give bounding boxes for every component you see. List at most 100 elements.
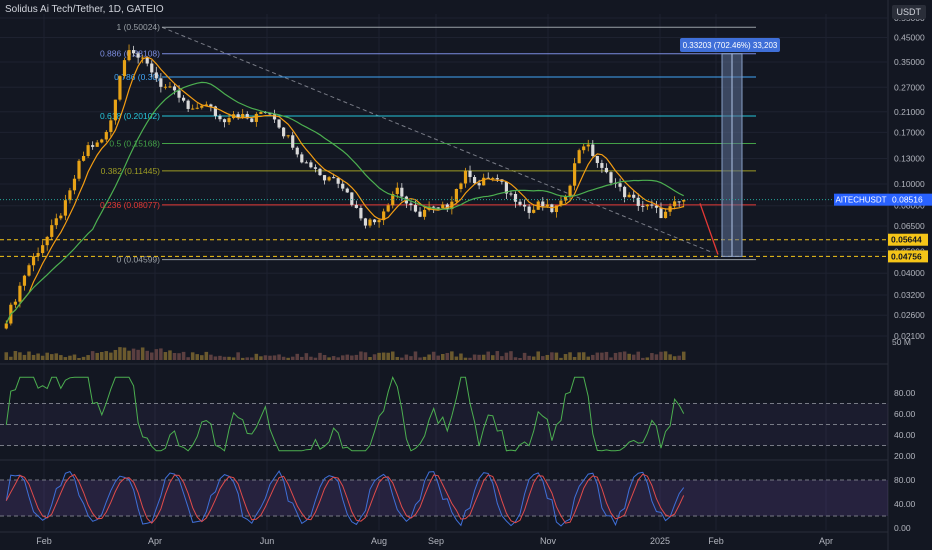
volume-bar: [68, 355, 72, 360]
candle-body: [68, 190, 72, 201]
candle-body: [341, 183, 345, 189]
volume-bar: [27, 351, 31, 360]
candle-body: [582, 146, 586, 151]
volume-bar: [604, 351, 609, 360]
volume-bar: [641, 357, 645, 360]
fib-level-label: 0.236 (0.08077): [100, 200, 160, 210]
candle-body: [413, 205, 418, 212]
volume-bar: [277, 354, 281, 360]
currency-badge[interactable]: USDT: [891, 5, 926, 19]
volume-bar: [181, 351, 186, 360]
candle-body: [282, 127, 286, 137]
candle-body: [172, 86, 177, 91]
candle-body: [636, 197, 640, 206]
fib-level-label: 0.382 (0.11445): [101, 166, 161, 176]
time-tick-label: Feb: [36, 536, 52, 546]
price-label: 0.04756: [891, 251, 922, 261]
candle-body: [532, 209, 536, 213]
volume-axis-label: 50 M: [892, 337, 911, 347]
candle-body: [332, 177, 336, 179]
volume-bar: [99, 352, 104, 360]
current-price-value: 0.08516: [892, 195, 923, 205]
candle-body: [272, 114, 277, 120]
volume-bar: [513, 357, 518, 360]
volume-bar: [140, 347, 145, 360]
volume-bar: [418, 357, 422, 360]
candle-body: [4, 323, 8, 329]
volume-bar: [631, 354, 636, 360]
volume-bar: [518, 357, 522, 360]
volume-bar: [222, 356, 227, 360]
candle-body: [354, 204, 358, 208]
volume-bar: [300, 356, 304, 360]
volume-bar: [627, 353, 631, 360]
candle-body: [459, 183, 463, 189]
candle-body: [118, 76, 122, 100]
candle-body: [277, 119, 281, 128]
volume-bar: [49, 354, 54, 360]
candle-body: [600, 163, 604, 168]
volume-bar: [9, 356, 13, 360]
volume-bar: [500, 356, 504, 360]
volume-bar: [659, 351, 663, 360]
fib-level-label: 0 (0.04599): [117, 255, 161, 265]
candle-body: [259, 112, 263, 114]
candle-body: [104, 131, 108, 140]
volume-bar: [95, 352, 99, 360]
candle-body: [222, 119, 227, 123]
candle-body: [463, 170, 468, 184]
candle-body: [377, 220, 381, 223]
candle-body: [609, 172, 613, 183]
volume-bar: [149, 352, 154, 360]
volume-bar: [340, 355, 345, 360]
volume-bar: [318, 352, 322, 360]
price-tick-label: 0.17000: [894, 127, 925, 137]
volume-bar: [400, 357, 404, 360]
volume-bar: [259, 356, 263, 360]
candle-body: [63, 200, 67, 216]
candle-body: [659, 207, 663, 219]
stoch-tick-label: 80.00: [894, 475, 916, 485]
candle-body: [218, 115, 222, 120]
candle-body: [418, 211, 422, 217]
volume-bar: [263, 355, 268, 360]
volume-bar: [236, 352, 240, 360]
volume-bar: [386, 352, 390, 360]
candle-body: [573, 163, 577, 186]
volume-bar: [536, 351, 541, 360]
volume-bar: [450, 351, 454, 360]
volume-bar: [377, 352, 381, 360]
volume-bar: [600, 352, 604, 360]
candle-body: [313, 167, 318, 169]
volume-bar: [268, 355, 272, 360]
chart-canvas[interactable]: FebAprJunAugSepNov2025FebApr0.550000.450…: [0, 0, 932, 550]
candle-body: [618, 183, 622, 187]
volume-bar: [86, 355, 90, 360]
time-tick-label: Jun: [260, 536, 275, 546]
volume-bar: [218, 355, 222, 360]
volume-bar: [554, 352, 559, 360]
time-tick-label: Feb: [708, 536, 724, 546]
volume-bar: [395, 356, 400, 360]
volume-bar: [186, 357, 190, 360]
candle-body: [191, 108, 195, 110]
candle-body: [145, 57, 149, 64]
candle-body: [50, 225, 54, 237]
candle-body: [595, 155, 599, 164]
volume-bar: [636, 351, 641, 360]
volume-bar: [281, 356, 286, 360]
volume-bar: [591, 354, 595, 360]
price-tick-label: 0.35000: [894, 57, 925, 67]
candle-body: [318, 168, 322, 176]
candle-body: [291, 135, 295, 148]
volume-bar: [431, 351, 436, 360]
candle-body: [591, 144, 595, 156]
rsi-tick-label: 20.00: [894, 451, 916, 461]
time-tick-label: Sep: [428, 536, 444, 546]
candle-body: [409, 203, 413, 206]
candle-body: [477, 183, 481, 186]
price-tick-label: 0.13000: [894, 153, 925, 163]
candle-body: [577, 150, 581, 164]
candle-body: [95, 142, 99, 147]
candle-body: [682, 200, 686, 202]
